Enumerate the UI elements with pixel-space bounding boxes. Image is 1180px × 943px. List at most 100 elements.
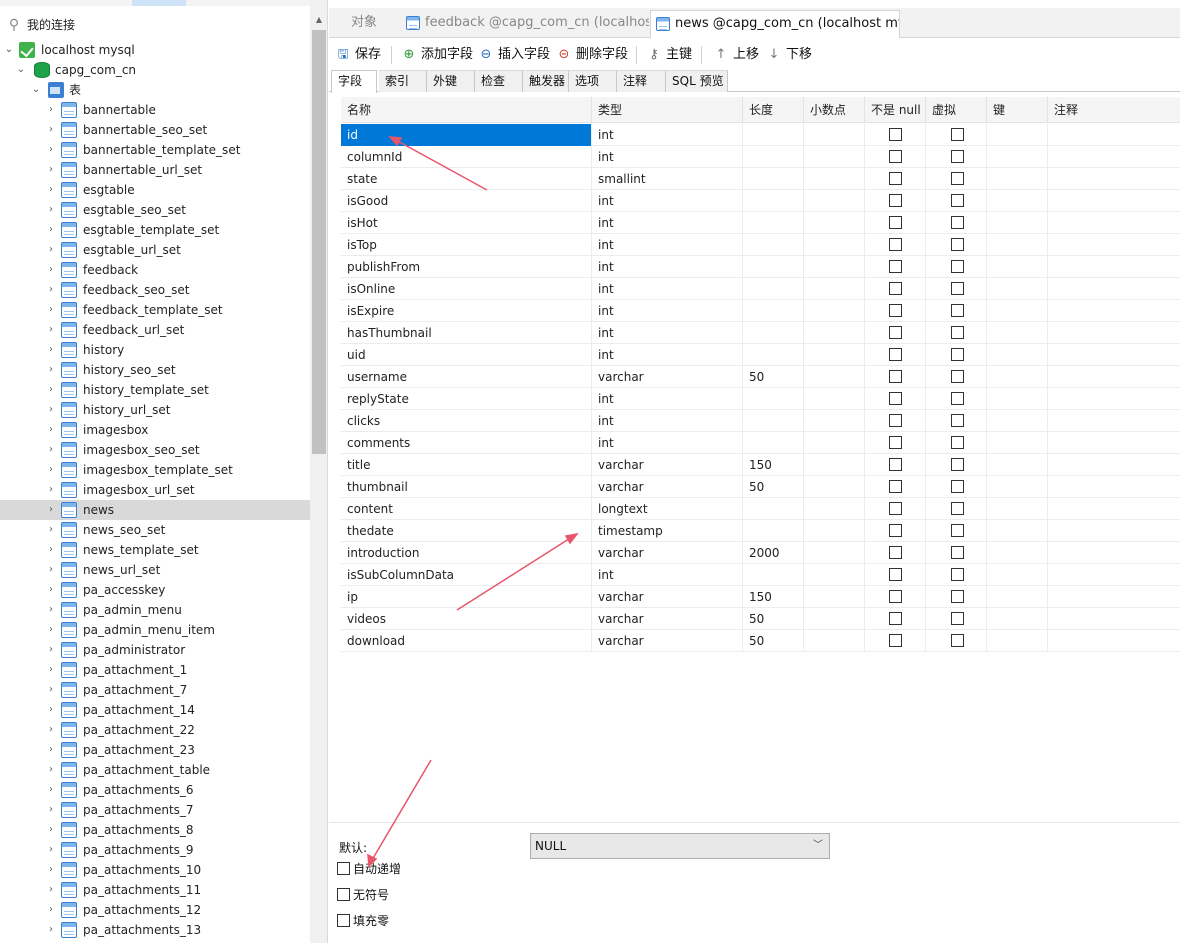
field-type-cell[interactable]: int	[592, 256, 743, 278]
sidebar-scrollbar[interactable]: ▲	[310, 0, 327, 943]
header-virtual[interactable]: 虚拟	[926, 97, 987, 123]
field-type-cell[interactable]: varchar	[592, 608, 743, 630]
field-notnull-cell[interactable]	[865, 168, 926, 190]
field-decimals-cell[interactable]	[804, 564, 865, 586]
table-row[interactable]: columnId int	[341, 146, 1180, 168]
field-comment-cell[interactable]	[1048, 476, 1180, 498]
sidebar-item-table[interactable]: › feedback_url_set	[0, 320, 310, 340]
field-type-cell[interactable]: int	[592, 564, 743, 586]
chevron-right-icon[interactable]: ›	[46, 565, 56, 575]
field-length-cell[interactable]	[743, 234, 804, 256]
chevron-right-icon[interactable]: ›	[46, 265, 56, 275]
scrollbar-thumb[interactable]	[312, 30, 326, 454]
field-virtual-cell[interactable]	[926, 410, 987, 432]
field-key-cell[interactable]	[987, 146, 1048, 168]
field-virtual-cell[interactable]	[926, 476, 987, 498]
table-row[interactable]: id int	[341, 124, 1180, 146]
field-comment-cell[interactable]	[1048, 564, 1180, 586]
virtual-checkbox[interactable]	[951, 568, 964, 581]
sidebar-item-table[interactable]: › pa_admin_menu	[0, 600, 310, 620]
tab-comment[interactable]: 注释	[617, 70, 666, 92]
header-key[interactable]: 键	[987, 97, 1048, 123]
field-name-cell[interactable]: clicks	[341, 410, 592, 432]
sidebar-item-table[interactable]: › news_template_set	[0, 540, 310, 560]
field-decimals-cell[interactable]	[804, 608, 865, 630]
field-virtual-cell[interactable]	[926, 542, 987, 564]
chevron-right-icon[interactable]: ›	[46, 225, 56, 235]
field-type-cell[interactable]: int	[592, 388, 743, 410]
field-decimals-cell[interactable]	[804, 168, 865, 190]
virtual-checkbox[interactable]	[951, 634, 964, 647]
not-null-checkbox[interactable]	[889, 546, 902, 559]
sidebar-item-table[interactable]: › pa_administrator	[0, 640, 310, 660]
sidebar-item-table[interactable]: › pa_attachments_10	[0, 860, 310, 880]
chevron-right-icon[interactable]: ›	[46, 545, 56, 555]
field-key-cell[interactable]	[987, 190, 1048, 212]
field-key-cell[interactable]	[987, 212, 1048, 234]
field-decimals-cell[interactable]	[804, 300, 865, 322]
not-null-checkbox[interactable]	[889, 524, 902, 537]
chevron-right-icon[interactable]: ›	[46, 725, 56, 735]
field-notnull-cell[interactable]	[865, 234, 926, 256]
field-decimals-cell[interactable]	[804, 278, 865, 300]
table-row[interactable]: introduction varchar 2000	[341, 542, 1180, 564]
field-type-cell[interactable]: longtext	[592, 498, 743, 520]
field-name-cell[interactable]: download	[341, 630, 592, 652]
table-row[interactable]: isTop int	[341, 234, 1180, 256]
sidebar-item-table[interactable]: › pa_attachment_14	[0, 700, 310, 720]
save-button[interactable]: 🖫 保存	[335, 44, 381, 66]
field-virtual-cell[interactable]	[926, 190, 987, 212]
field-comment-cell[interactable]	[1048, 256, 1180, 278]
table-row[interactable]: ip varchar 150	[341, 586, 1180, 608]
chevron-right-icon[interactable]: ›	[46, 585, 56, 595]
virtual-checkbox[interactable]	[951, 150, 964, 163]
field-name-cell[interactable]: content	[341, 498, 592, 520]
virtual-checkbox[interactable]	[951, 216, 964, 229]
field-length-cell[interactable]: 2000	[743, 542, 804, 564]
field-type-cell[interactable]: int	[592, 234, 743, 256]
not-null-checkbox[interactable]	[889, 458, 902, 471]
chevron-right-icon[interactable]: ›	[46, 665, 56, 675]
field-key-cell[interactable]	[987, 564, 1048, 586]
chevron-right-icon[interactable]: ›	[46, 285, 56, 295]
chevron-right-icon[interactable]: ›	[46, 705, 56, 715]
not-null-checkbox[interactable]	[889, 194, 902, 207]
field-name-cell[interactable]: state	[341, 168, 592, 190]
field-virtual-cell[interactable]	[926, 322, 987, 344]
field-name-cell[interactable]: isExpire	[341, 300, 592, 322]
field-virtual-cell[interactable]	[926, 168, 987, 190]
virtual-checkbox[interactable]	[951, 172, 964, 185]
sidebar-item-table[interactable]: › esgtable_seo_set	[0, 200, 310, 220]
primary-key-button[interactable]: ⚷ 主键	[646, 44, 692, 66]
field-length-cell[interactable]	[743, 124, 804, 146]
scroll-up-icon[interactable]: ▲	[310, 12, 327, 28]
field-length-cell[interactable]: 50	[743, 608, 804, 630]
virtual-checkbox[interactable]	[951, 370, 964, 383]
sidebar-item-table[interactable]: › pa_attachments_6	[0, 780, 310, 800]
table-row[interactable]: isOnline int	[341, 278, 1180, 300]
field-decimals-cell[interactable]	[804, 212, 865, 234]
not-null-checkbox[interactable]	[889, 282, 902, 295]
not-null-checkbox[interactable]	[889, 348, 902, 361]
field-notnull-cell[interactable]	[865, 476, 926, 498]
field-key-cell[interactable]	[987, 234, 1048, 256]
field-notnull-cell[interactable]	[865, 520, 926, 542]
tab-triggers[interactable]: 触发器	[523, 70, 569, 92]
field-comment-cell[interactable]	[1048, 630, 1180, 652]
field-notnull-cell[interactable]	[865, 300, 926, 322]
tab-sql-preview[interactable]: SQL 预览	[666, 70, 728, 92]
field-length-cell[interactable]	[743, 190, 804, 212]
tab-news[interactable]: news @capg_com_cn (localhost mys...	[650, 10, 900, 38]
field-virtual-cell[interactable]	[926, 234, 987, 256]
table-row[interactable]: videos varchar 50	[341, 608, 1180, 630]
field-virtual-cell[interactable]	[926, 498, 987, 520]
field-length-cell[interactable]	[743, 432, 804, 454]
field-key-cell[interactable]	[987, 278, 1048, 300]
field-decimals-cell[interactable]	[804, 630, 865, 652]
not-null-checkbox[interactable]	[889, 260, 902, 273]
field-name-cell[interactable]: thedate	[341, 520, 592, 542]
field-decimals-cell[interactable]	[804, 498, 865, 520]
not-null-checkbox[interactable]	[889, 480, 902, 493]
field-comment-cell[interactable]	[1048, 190, 1180, 212]
chevron-right-icon[interactable]: ›	[46, 925, 56, 935]
